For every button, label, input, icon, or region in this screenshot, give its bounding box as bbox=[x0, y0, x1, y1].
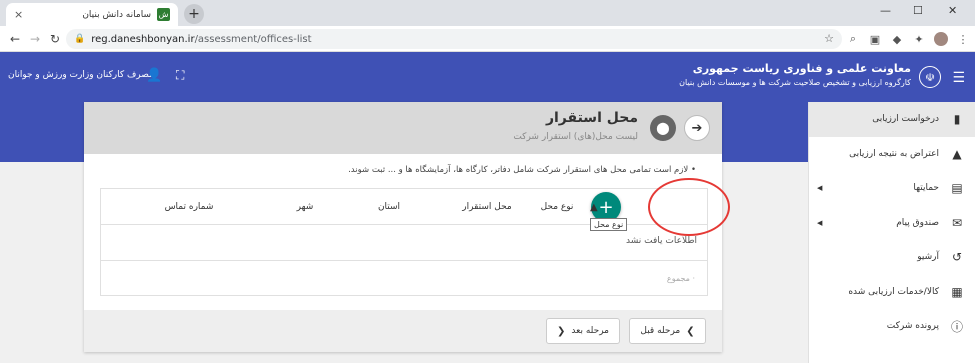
caret-icon: ◀ bbox=[817, 184, 823, 193]
sidebar-item-request[interactable]: ▮ درخواست ارزیابی bbox=[809, 102, 975, 137]
address-bar: ← → ↻ 🔒 reg.daneshbonyan.ir/assessment/o… bbox=[0, 26, 975, 52]
url-field[interactable]: 🔒 reg.daneshbonyan.ir/assessment/offices… bbox=[66, 29, 842, 49]
highlight-ring bbox=[648, 178, 730, 236]
star-icon[interactable]: ☆ bbox=[824, 32, 834, 45]
new-tab-button[interactable]: + bbox=[184, 4, 204, 24]
mouse-cursor-icon: ▲ bbox=[590, 202, 598, 213]
card-header: ➔ ⬤ محل استقرار لیست محل(های) استقرار شر… bbox=[84, 102, 722, 154]
lock-icon: 🔒 bbox=[74, 34, 86, 44]
page-title: محل استقرار bbox=[545, 110, 638, 126]
page-subtitle: لیست محل(های) استقرار شرکت bbox=[513, 132, 638, 142]
forward-icon[interactable]: → bbox=[30, 32, 40, 46]
user-icon[interactable]: 👤 bbox=[146, 68, 162, 83]
emblem-icon: ☫ bbox=[919, 66, 941, 88]
chevron-right-icon: ❯ bbox=[686, 325, 695, 337]
fullscreen-icon[interactable]: ⛶ bbox=[176, 68, 184, 83]
menu-icon[interactable]: ⋮ bbox=[956, 32, 970, 46]
column-header[interactable]: استان bbox=[378, 202, 400, 212]
extension-icon[interactable]: ▣ bbox=[868, 32, 882, 46]
sidebar-item-objection[interactable]: ▲ اعتراض به نتیجه ارزیابی bbox=[809, 137, 975, 172]
reload-icon[interactable]: ↻ bbox=[50, 32, 60, 46]
ext-icon-2[interactable]: ◆ bbox=[890, 32, 904, 46]
app-header: ☰ ☫ معاونت علمی و فناوری ریاست جمهوری کا… bbox=[0, 52, 975, 102]
chevron-left-icon: ❮ bbox=[557, 325, 566, 337]
forward-arrow-button[interactable]: ➔ bbox=[684, 115, 710, 141]
close-window-icon[interactable]: ✕ bbox=[948, 4, 957, 17]
sidebar-item-label: صندوق پیام bbox=[896, 217, 939, 228]
column-header[interactable]: نوع محل bbox=[541, 202, 574, 212]
note-text: لازم است تمامی محل های استقرار شرکت شامل… bbox=[348, 165, 689, 175]
history-icon: ↺ bbox=[951, 250, 963, 265]
sidebar-item-label: آرشیو bbox=[917, 252, 939, 263]
sum-text: مجموع bbox=[666, 274, 690, 283]
back-icon[interactable]: ← bbox=[10, 32, 20, 46]
caret-icon: ◀ bbox=[817, 218, 823, 227]
sidebar-item-label: پرونده شرکت bbox=[886, 321, 939, 332]
sidebar-item-company-file[interactable]: ⓘ پرونده شرکت bbox=[809, 309, 975, 344]
browser-tabstrip: ش سامانه دانش بنیان × + — ☐ ✕ bbox=[0, 0, 975, 26]
prev-step-button[interactable]: ❯ مرحله قبل bbox=[629, 318, 706, 344]
mail-icon: ✉ bbox=[951, 215, 963, 230]
sidebar-item-label: حمایتها bbox=[913, 183, 939, 194]
puzzle-icon[interactable]: ✦ bbox=[912, 32, 926, 46]
column-header[interactable]: محل استقرار bbox=[462, 202, 511, 212]
tooltip: نوع محل bbox=[590, 218, 628, 231]
next-step-button[interactable]: مرحله بعد ❮ bbox=[546, 318, 620, 344]
sidebar-item-label: کالا/خدمات ارزیابی شده bbox=[848, 286, 939, 297]
org-title-block: معاونت علمی و فناوری ریاست جمهوری کارگرو… bbox=[679, 62, 911, 87]
user-name[interactable]: مصرف کارکنان وزارت ورزش و جوانان bbox=[8, 70, 154, 80]
search-icon[interactable]: ⌕ bbox=[846, 32, 860, 46]
sidebar-item-label: درخواست ارزیابی bbox=[872, 114, 939, 125]
sidebar-item-archive[interactable]: ↺ آرشیو bbox=[809, 240, 975, 275]
column-header[interactable]: شهر bbox=[297, 202, 314, 212]
prev-step-label: مرحله قبل bbox=[640, 326, 681, 336]
hamburger-icon[interactable]: ☰ bbox=[952, 70, 965, 86]
warning-icon: ▲ bbox=[952, 146, 962, 161]
maximize-icon[interactable]: ☐ bbox=[913, 4, 923, 17]
org-subtitle: کارگروه ارزیابی و تشخیص صلاحیت شرکت ها و… bbox=[679, 78, 911, 87]
location-pin-icon: ⬤ bbox=[650, 115, 676, 141]
sidebar-item-inbox[interactable]: ✉ صندوق پیام ◀ bbox=[809, 206, 975, 241]
sidebar-item-supports[interactable]: ▤ حمایتها ◀ bbox=[809, 171, 975, 206]
tab-close-icon[interactable]: × bbox=[14, 8, 23, 21]
sidebar: ▮ درخواست ارزیابی ▲ اعتراض به نتیجه ارزی… bbox=[808, 102, 975, 363]
briefcase-icon: ▤ bbox=[951, 181, 963, 196]
tab-title: سامانه دانش بنیان bbox=[82, 9, 151, 20]
site-favicon: ش bbox=[157, 8, 170, 21]
sidebar-item-label: اعتراض به نتیجه ارزیابی bbox=[849, 148, 939, 159]
url-path: /assessment/offices-list bbox=[194, 33, 312, 45]
browser-tab[interactable]: ش سامانه دانش بنیان × bbox=[6, 3, 178, 26]
url-domain: reg.daneshbonyan.ir bbox=[91, 33, 195, 45]
sum-label: · مجموع bbox=[666, 274, 695, 283]
org-title: معاونت علمی و فناوری ریاست جمهوری bbox=[692, 62, 911, 75]
bar-chart-icon: ▮ bbox=[953, 112, 961, 127]
info-note: • لازم است تمامی محل های استقرار شرکت شا… bbox=[348, 165, 696, 175]
next-step-label: مرحله بعد bbox=[571, 326, 609, 336]
card-footer: ❯ مرحله قبل مرحله بعد ❮ bbox=[84, 310, 722, 352]
column-header[interactable]: شماره تماس bbox=[165, 202, 214, 212]
minimize-icon[interactable]: — bbox=[880, 4, 891, 17]
sidebar-item-products[interactable]: ▦ کالا/خدمات ارزیابی شده bbox=[809, 275, 975, 310]
empty-message: اطلاعات یافت نشد bbox=[626, 236, 697, 246]
calendar-icon: ▦ bbox=[951, 284, 963, 299]
info-icon: ⓘ bbox=[950, 319, 963, 334]
avatar-icon[interactable] bbox=[934, 32, 948, 46]
